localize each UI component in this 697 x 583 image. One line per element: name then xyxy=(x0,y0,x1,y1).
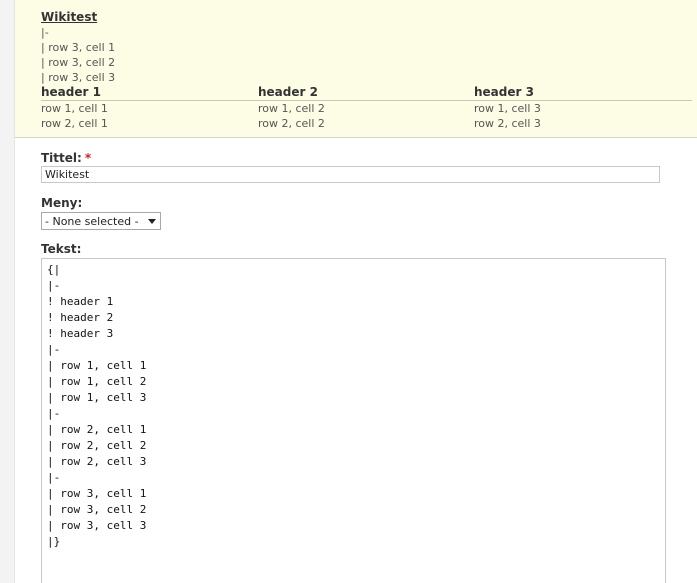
editor-line: | row 3, cell 2 xyxy=(47,503,147,516)
editor-line: | row 1, cell 3 xyxy=(47,391,147,404)
editor-line: |- xyxy=(47,471,61,484)
text-editor[interactable]: {| |- ! header 1 ! header 2 ! header 3 |… xyxy=(41,258,666,583)
menu-select[interactable]: - None selected - xyxy=(41,212,161,230)
table-cell: row 2, cell 2 xyxy=(258,117,325,130)
table-cell: row 1, cell 2 xyxy=(258,102,325,115)
preview-raw-line: | row 3, cell 2 xyxy=(41,56,116,69)
editor-line: |- xyxy=(47,343,61,356)
table-header-1: header 1 xyxy=(41,85,101,99)
title-label-text: Tittel: xyxy=(41,151,82,165)
editor-line: | row 1, cell 1 xyxy=(47,359,147,372)
editor-line: | row 3, cell 1 xyxy=(47,487,147,500)
editor-line: | row 2, cell 1 xyxy=(47,423,147,436)
table-cell: row 1, cell 3 xyxy=(474,102,541,115)
editor-line: {| xyxy=(47,263,61,276)
preview-raw-line: |- xyxy=(41,26,49,39)
editor-line: |} xyxy=(47,535,61,548)
chevron-down-icon xyxy=(148,219,156,224)
table-cell: row 2, cell 3 xyxy=(474,117,541,130)
editor-line: ! header 1 xyxy=(47,295,114,308)
required-marker: * xyxy=(84,151,92,165)
text-label: Tekst: xyxy=(41,242,82,256)
preview-raw-line: | row 3, cell 3 xyxy=(41,71,116,84)
editor-line: |- xyxy=(47,279,61,292)
title-label: Tittel: * xyxy=(41,151,91,165)
table-header-3: header 3 xyxy=(474,85,534,99)
editor-line: ! header 3 xyxy=(47,327,114,340)
title-input[interactable] xyxy=(41,166,660,183)
editor-line: |- xyxy=(47,407,61,420)
menu-select-value: - None selected - xyxy=(45,215,139,228)
table-cell: row 1, cell 1 xyxy=(41,102,108,115)
editor-line: | row 3, cell 3 xyxy=(47,519,147,532)
preview-box: Wikitest |- | row 3, cell 1 | row 3, cel… xyxy=(15,0,697,138)
editor-line: | row 2, cell 3 xyxy=(47,455,147,468)
preview-title: Wikitest xyxy=(41,10,98,24)
editor-line: | row 1, cell 2 xyxy=(47,375,147,388)
table-header-2: header 2 xyxy=(258,85,318,99)
content-panel: Wikitest |- | row 3, cell 1 | row 3, cel… xyxy=(14,0,697,583)
editor-line: ! header 2 xyxy=(47,311,114,324)
preview-raw-line: | row 3, cell 1 xyxy=(41,41,116,54)
editor-line: | row 2, cell 2 xyxy=(47,439,147,452)
table-cell: row 2, cell 1 xyxy=(41,117,108,130)
table-header-divider xyxy=(41,100,692,101)
menu-label: Meny: xyxy=(41,196,83,210)
